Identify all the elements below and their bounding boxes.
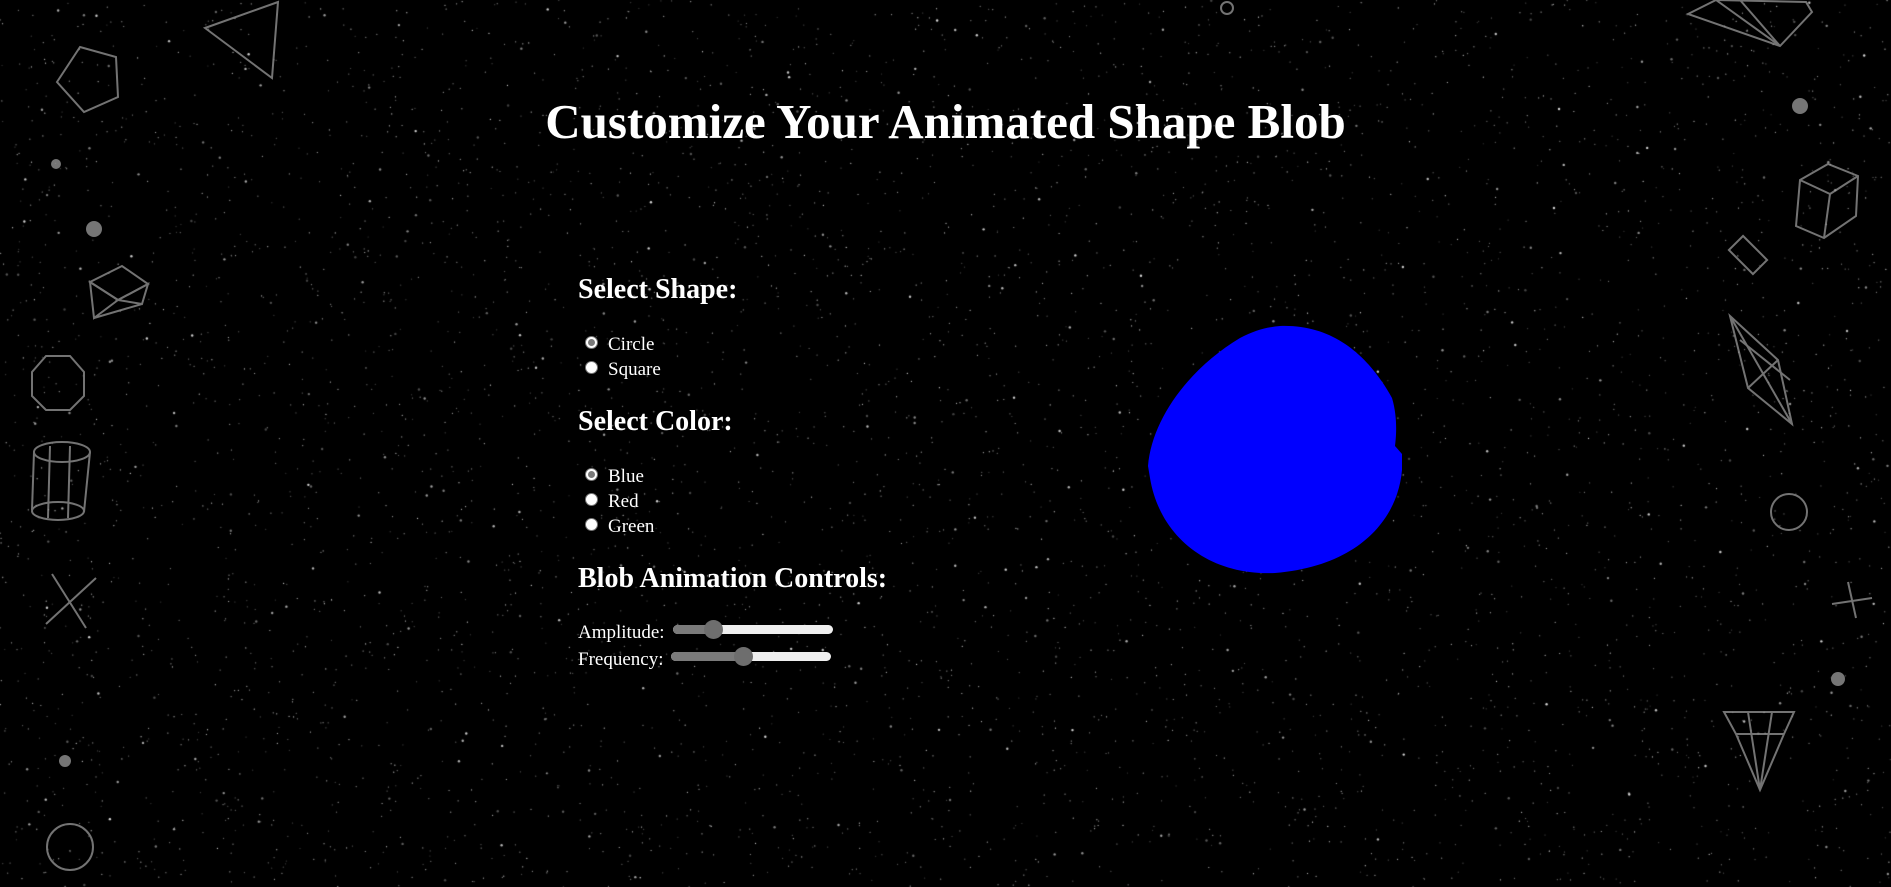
amplitude-label: Amplitude: [578, 621, 665, 643]
color-option-blue[interactable]: Blue [578, 464, 998, 489]
circle-label[interactable]: Circle [608, 334, 654, 356]
red-radio[interactable] [585, 493, 598, 506]
select-shape-heading: Select Shape: [578, 274, 738, 305]
cross-icon [1831, 581, 1873, 619]
circle-outline-icon [1220, 1, 1234, 15]
cube-icon [87, 264, 150, 320]
dot-icon [59, 755, 71, 767]
blue-label[interactable]: Blue [608, 466, 644, 488]
square-radio[interactable] [585, 361, 598, 374]
color-option-red[interactable]: Red [578, 489, 998, 514]
animated-blob [1148, 325, 1402, 574]
circle-radio[interactable] [585, 336, 598, 349]
frequency-control: Frequency: [578, 646, 998, 673]
diamond-icon [1685, 0, 1814, 48]
triangle-icon [202, 0, 280, 80]
frequency-slider-thumb[interactable] [734, 647, 754, 666]
square-label[interactable]: Square [608, 359, 661, 381]
page-title: Customize Your Animated Shape Blob [545, 94, 1346, 149]
color-option-green[interactable]: Green [578, 514, 998, 539]
frequency-slider-fill [671, 652, 744, 661]
square-outline-icon [1727, 234, 1769, 276]
octagon-icon [31, 355, 85, 411]
frequency-slider[interactable] [671, 647, 832, 666]
amplitude-slider-thumb[interactable] [703, 620, 723, 639]
blob-animation-controls-heading: Blob Animation Controls: [578, 563, 888, 594]
green-label[interactable]: Green [608, 516, 654, 538]
cross-icon [45, 573, 97, 629]
amplitude-slider[interactable] [672, 620, 833, 639]
amplitude-control: Amplitude: [578, 619, 998, 646]
circle-outline-icon [1770, 493, 1808, 531]
frequency-label: Frequency: [578, 648, 664, 670]
shape-option-circle[interactable]: Circle [578, 332, 998, 357]
dot-icon [51, 159, 61, 169]
cube-icon [1794, 162, 1860, 240]
cylinder-icon [31, 441, 91, 521]
controls-panel: Select Shape: Circle Square Select Color… [578, 270, 998, 673]
color-radio-group: Blue Red Green [578, 464, 998, 539]
blue-radio[interactable] [585, 468, 598, 481]
blob-shape [1148, 325, 1402, 574]
gem-icon [1722, 711, 1796, 793]
crystal-icon [1728, 313, 1794, 427]
shape-radio-group: Circle Square [578, 332, 998, 382]
green-radio[interactable] [585, 518, 598, 531]
select-color-heading: Select Color: [578, 406, 733, 437]
shape-option-square[interactable]: Square [578, 357, 998, 382]
dot-icon [86, 221, 102, 237]
circle-outline-icon [46, 823, 94, 871]
slider-group: Amplitude: Frequency: [578, 619, 998, 673]
dot-icon [1831, 672, 1845, 686]
red-label[interactable]: Red [608, 491, 639, 513]
